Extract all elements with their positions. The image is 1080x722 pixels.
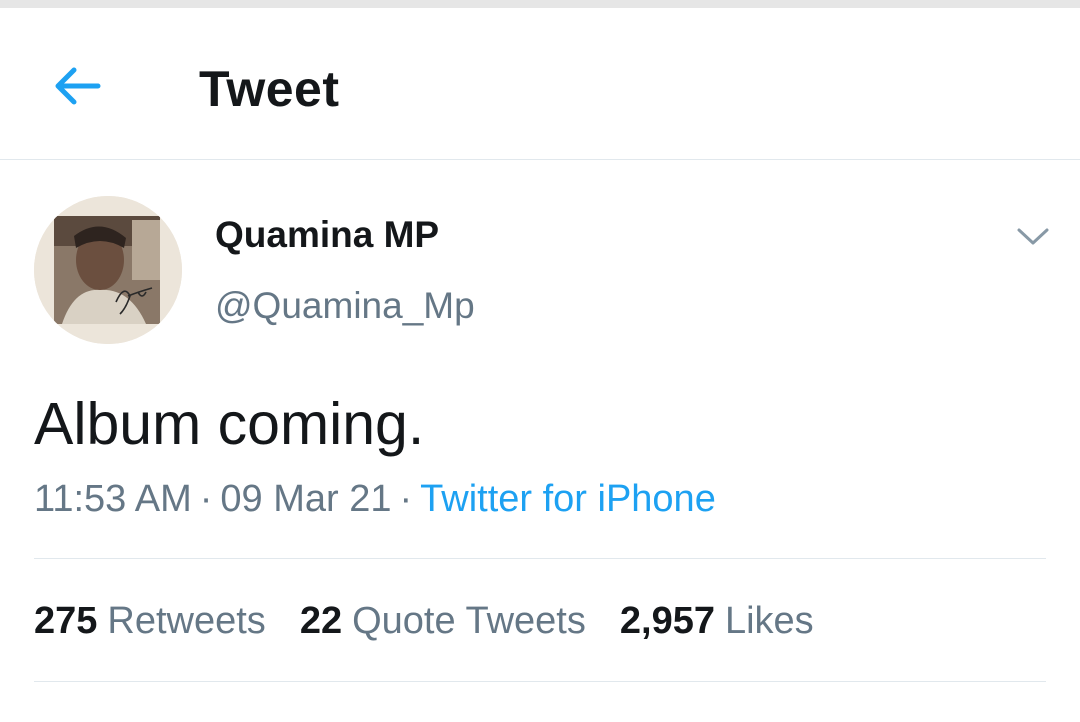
separator: · xyxy=(199,478,213,520)
page-title: Tweet xyxy=(199,61,340,117)
quotes-count: 22 xyxy=(299,600,343,642)
divider xyxy=(34,558,1046,559)
avatar[interactable] xyxy=(34,196,182,344)
likes-label: Likes xyxy=(724,600,814,642)
retweets-count: 275 xyxy=(34,600,98,642)
quotes-label: Quote Tweets xyxy=(352,600,586,642)
likes-stat[interactable]: 2,957 Likes xyxy=(620,600,814,643)
tweet-time: 11:53 AM xyxy=(34,478,192,520)
separator: · xyxy=(399,478,413,520)
divider xyxy=(34,681,1046,682)
user-handle[interactable]: @Quamina_Mp xyxy=(215,285,475,327)
retweets-stat[interactable]: 275 Retweets xyxy=(34,600,266,643)
avatar-photo xyxy=(34,196,182,344)
tweet-text: Album coming. xyxy=(34,391,425,457)
top-bar: Tweet xyxy=(0,8,1080,160)
retweets-label: Retweets xyxy=(107,600,266,642)
arrow-left-icon xyxy=(55,67,101,105)
tweet-source-link[interactable]: Twitter for iPhone xyxy=(420,478,716,520)
tweet-meta: 11:53 AM · 09 Mar 21 · Twitter for iPhone xyxy=(34,478,716,521)
back-button[interactable] xyxy=(44,56,110,116)
display-name[interactable]: Quamina MP xyxy=(215,214,439,256)
status-strip xyxy=(0,0,1080,8)
quote-tweets-stat[interactable]: 22 Quote Tweets xyxy=(300,600,586,643)
more-options-button[interactable] xyxy=(1010,214,1056,260)
tweet-stats: 275 Retweets 22 Quote Tweets 2,957 Likes xyxy=(34,600,814,643)
tweet-date: 09 Mar 21 xyxy=(220,478,392,520)
chevron-down-icon xyxy=(1017,228,1049,245)
likes-count: 2,957 xyxy=(619,600,715,642)
